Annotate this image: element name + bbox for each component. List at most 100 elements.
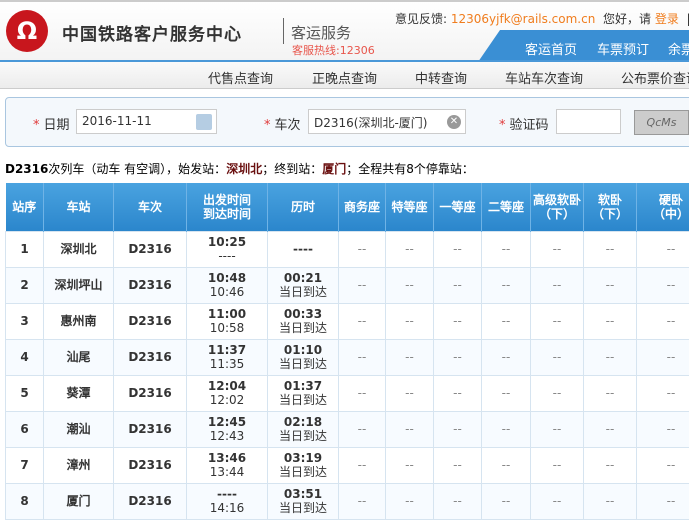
seat-availability: -- [405, 278, 414, 292]
duration: ---- [293, 242, 313, 256]
seat-availability: -- [605, 278, 615, 292]
seat-availability: -- [357, 494, 367, 508]
seat-availability: -- [357, 386, 367, 400]
table-row: 2 深圳坪山 D2316 10:48 10:46 00:21 当日到达 -- -- -- -- -- -… [5, 266, 689, 304]
login-link[interactable]: 登录 [655, 12, 679, 26]
arrival-day: 当日到达 [278, 429, 327, 443]
feedback-email-link[interactable]: 12306yjfk@rails.com.cn [451, 12, 595, 26]
duration: 03:51 [283, 487, 323, 501]
stop-number: 2 [20, 278, 29, 292]
stop-number: 1 [20, 242, 29, 256]
arrival-time: 14:16 [209, 501, 245, 515]
train-input[interactable]: D2316(深圳北-厦门) ✕ [308, 109, 466, 134]
nav-home[interactable]: 客运首页 [525, 39, 577, 58]
nav-booking[interactable]: 车票预订 [597, 39, 649, 58]
stop-number: 6 [20, 422, 29, 436]
station-name: 潮汕 [66, 422, 91, 436]
seat-availability: -- [453, 386, 462, 400]
departure-time: 12:45 [207, 415, 247, 429]
subnav-station-train[interactable]: 车站车次查询 [505, 68, 583, 87]
subnav-transfer[interactable]: 中转查询 [415, 68, 467, 87]
column-header: 车站 [43, 183, 114, 231]
column-header: 硬卧 （中） [636, 183, 689, 231]
subtitle: 客运服务 [291, 24, 352, 42]
stop-table: 站序 车站 车次 出发时间 到达时间 历时 商务座 特等座 一等座 二等座 高级软卧 （下） 软卧 … [5, 183, 689, 520]
departure-time: 11:00 [207, 307, 247, 321]
captcha-label: * 验证码 [499, 118, 549, 133]
seat-availability: -- [501, 494, 511, 508]
seat-availability: -- [405, 314, 414, 328]
arrival-time: 10:46 [209, 285, 245, 299]
captcha-image[interactable]: QcMs [634, 110, 689, 135]
stop-number: 5 [20, 386, 29, 400]
departure-time: 10:48 [207, 271, 247, 285]
seat-availability: -- [453, 314, 462, 328]
seat-availability: -- [666, 278, 676, 292]
train-number: D2316 [128, 242, 172, 256]
station-name: 深圳坪山 [54, 278, 103, 292]
seat-availability: -- [405, 422, 414, 436]
seat-availability: -- [666, 386, 676, 400]
train-number: D2316 [128, 386, 172, 400]
arrival-time: 10:58 [209, 321, 245, 335]
departure-time: ---- [217, 487, 237, 501]
date-label: * 日期 [33, 118, 70, 133]
station-name: 深圳北 [60, 242, 97, 256]
table-row: 7 漳州 D2316 13:46 13:44 03:19 当日到达 -- -- -- -- -- -- -… [5, 446, 689, 484]
captcha-input[interactable] [556, 109, 621, 134]
train-summary: D2316次列车（动车 有空调），始发站：深圳北；终到站：厦门；全程共有8个停靠… [5, 162, 474, 176]
column-header: 商务座 [338, 183, 386, 231]
column-header: 出发时间 到达时间 [186, 183, 268, 231]
seat-availability: -- [453, 242, 462, 256]
seat-availability: -- [552, 422, 562, 436]
arrival-time: 12:02 [209, 393, 245, 407]
train-number: D2316 [128, 422, 172, 436]
column-header: 二等座 [481, 183, 531, 231]
seat-availability: -- [605, 458, 615, 472]
departure-time: 12:04 [207, 379, 247, 393]
table-row: 4 汕尾 D2316 11:37 11:35 01:10 当日到达 -- -- -- -- -- -- -… [5, 338, 689, 376]
seat-availability: -- [357, 278, 367, 292]
seat-availability: -- [605, 314, 615, 328]
train-number: D2316 [128, 278, 172, 292]
stop-number: 7 [20, 458, 29, 472]
arrival-time: ---- [218, 249, 236, 263]
seat-availability: -- [552, 458, 562, 472]
query-form: * 日期 2016-11-11 * 车次 D2316(深圳北-厦门) ✕ * 验证码 Q… [5, 97, 689, 147]
seat-availability: -- [552, 350, 562, 364]
seat-availability: -- [666, 314, 676, 328]
subnav-fare[interactable]: 公布票价查询 [621, 68, 689, 87]
arrival-time: 12:43 [209, 429, 245, 443]
seat-availability: -- [453, 350, 462, 364]
seat-availability: -- [605, 494, 615, 508]
train-number: D2316 [128, 350, 172, 364]
departure-time: 10:25 [207, 235, 247, 249]
subnav-delay[interactable]: 正晚点查询 [312, 68, 377, 87]
seat-availability: -- [453, 494, 462, 508]
train-label: * 车次 [264, 118, 301, 133]
subnav-agency[interactable]: 代售点查询 [208, 68, 273, 87]
column-header: 站序 [5, 183, 44, 231]
duration: 00:21 [283, 271, 323, 285]
seat-availability: -- [453, 278, 462, 292]
train-number: D2316 [128, 314, 172, 328]
brand-name: 中国铁路客户服务中心 [62, 25, 242, 45]
greeting: 您好，请 [602, 12, 651, 26]
station-name: 厦门 [66, 494, 91, 508]
seat-availability: -- [405, 350, 414, 364]
station-name: 汕尾 [66, 350, 91, 364]
calendar-icon[interactable] [196, 114, 212, 130]
date-input[interactable]: 2016-11-11 [76, 109, 217, 134]
seat-availability: -- [605, 350, 615, 364]
train-number: D2316 [128, 458, 172, 472]
main-nav: 客运首页 车票预订 余票 [478, 30, 689, 62]
departure-time: 11:37 [207, 343, 247, 357]
railway-logo[interactable]: Ω [6, 10, 48, 52]
table-row: 8 厦门 D2316 ---- 14:16 03:51 当日到达 -- -- -- -- -- -- -- [5, 482, 689, 520]
feedback-label: 意见反馈: [395, 12, 448, 26]
arrival-day: 当日到达 [278, 465, 327, 479]
nav-remaining[interactable]: 余票 [668, 39, 689, 58]
seat-availability: -- [453, 422, 462, 436]
hotline: 客服热线:12306 [292, 44, 375, 57]
clear-icon[interactable]: ✕ [447, 115, 461, 129]
